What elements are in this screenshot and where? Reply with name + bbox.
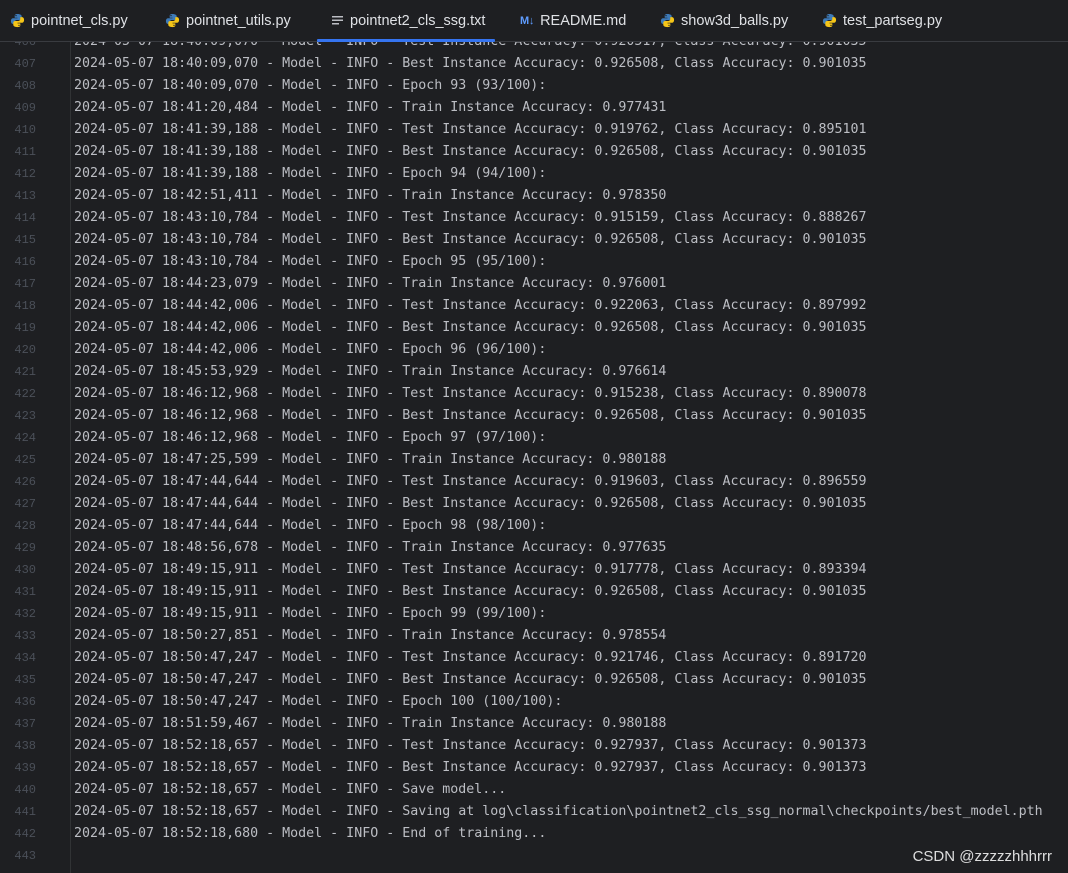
line-number[interactable]: 437	[0, 713, 36, 735]
line-number[interactable]: 427	[0, 493, 36, 515]
tab-label: pointnet2_cls_ssg.txt	[350, 12, 486, 29]
python-icon	[10, 13, 25, 28]
log-line[interactable]: 2024-05-07 18:49:15,911 - Model - INFO -…	[74, 559, 867, 581]
line-number[interactable]: 412	[0, 163, 36, 185]
python-icon	[165, 13, 180, 28]
log-line[interactable]: 2024-05-07 18:43:10,784 - Model - INFO -…	[74, 207, 867, 229]
log-line[interactable]: 2024-05-07 18:50:47,247 - Model - INFO -…	[74, 647, 867, 669]
line-number[interactable]: 436	[0, 691, 36, 713]
line-number[interactable]: 429	[0, 537, 36, 559]
log-line[interactable]: 2024-05-07 18:46:12,968 - Model - INFO -…	[74, 383, 867, 405]
log-line[interactable]: 2024-05-07 18:41:39,188 - Model - INFO -…	[74, 141, 867, 163]
log-line[interactable]: 2024-05-07 18:48:56,678 - Model - INFO -…	[74, 537, 666, 559]
line-number[interactable]: 422	[0, 383, 36, 405]
log-line[interactable]: 2024-05-07 18:52:18,680 - Model - INFO -…	[74, 823, 546, 845]
tab-label: show3d_balls.py	[681, 12, 789, 29]
line-number[interactable]: 428	[0, 515, 36, 537]
python-icon	[660, 13, 675, 28]
tab-pointnet-utils[interactable]: pointnet_utils.py	[165, 0, 291, 41]
log-line[interactable]: 2024-05-07 18:47:44,644 - Model - INFO -…	[74, 471, 867, 493]
line-number[interactable]: 406	[0, 42, 36, 53]
log-line[interactable]: 2024-05-07 18:46:12,968 - Model - INFO -…	[74, 427, 546, 449]
line-number[interactable]: 433	[0, 625, 36, 647]
log-line[interactable]: 2024-05-07 18:50:47,247 - Model - INFO -…	[74, 691, 562, 713]
line-number[interactable]: 420	[0, 339, 36, 361]
log-line[interactable]: 2024-05-07 18:47:44,644 - Model - INFO -…	[74, 493, 867, 515]
watermark: CSDN @zzzzzhhhrrr	[912, 848, 1052, 865]
log-line[interactable]: 2024-05-07 18:52:18,657 - Model - INFO -…	[74, 735, 867, 757]
log-line[interactable]: 2024-05-07 18:43:10,784 - Model - INFO -…	[74, 229, 867, 251]
line-number[interactable]: 414	[0, 207, 36, 229]
log-line[interactable]: 2024-05-07 18:40:09,070 - Model - INFO -…	[74, 42, 867, 53]
log-line[interactable]: 2024-05-07 18:50:27,851 - Model - INFO -…	[74, 625, 666, 647]
tab-pointnet2-cls-ssg-txt[interactable]: pointnet2_cls_ssg.txt	[316, 0, 496, 42]
line-number[interactable]: 421	[0, 361, 36, 383]
line-number[interactable]: 441	[0, 801, 36, 823]
line-number[interactable]: 444	[0, 867, 36, 873]
log-line[interactable]: 2024-05-07 18:44:42,006 - Model - INFO -…	[74, 339, 546, 361]
log-line[interactable]: 2024-05-07 18:43:10,784 - Model - INFO -…	[74, 251, 546, 273]
line-number[interactable]: 442	[0, 823, 36, 845]
line-number[interactable]: 434	[0, 647, 36, 669]
line-number[interactable]: 415	[0, 229, 36, 251]
line-number[interactable]: 417	[0, 273, 36, 295]
line-number[interactable]: 424	[0, 427, 36, 449]
tab-test-partseg[interactable]: test_partseg.py	[822, 0, 942, 41]
log-line[interactable]: 2024-05-07 18:47:25,599 - Model - INFO -…	[74, 449, 666, 471]
line-number[interactable]: 430	[0, 559, 36, 581]
log-line[interactable]: 2024-05-07 18:52:18,657 - Model - INFO -…	[74, 757, 867, 779]
line-number[interactable]: 440	[0, 779, 36, 801]
line-number[interactable]: 409	[0, 97, 36, 119]
log-line[interactable]: 2024-05-07 18:44:42,006 - Model - INFO -…	[74, 295, 867, 317]
line-number[interactable]: 411	[0, 141, 36, 163]
tab-show3d-balls[interactable]: show3d_balls.py	[660, 0, 788, 41]
log-line[interactable]: 2024-05-07 18:42:51,411 - Model - INFO -…	[74, 185, 666, 207]
line-number[interactable]: 439	[0, 757, 36, 779]
log-line[interactable]: 2024-05-07 18:49:15,911 - Model - INFO -…	[74, 603, 546, 625]
text-file-icon	[331, 14, 344, 27]
line-number[interactable]: 416	[0, 251, 36, 273]
line-number[interactable]: 423	[0, 405, 36, 427]
markdown-icon: M↓	[520, 14, 535, 27]
log-line[interactable]: 2024-05-07 18:49:15,911 - Model - INFO -…	[74, 581, 867, 603]
line-number[interactable]: 425	[0, 449, 36, 471]
log-line[interactable]: 2024-05-07 18:44:23,079 - Model - INFO -…	[74, 273, 666, 295]
line-number[interactable]: 432	[0, 603, 36, 625]
line-number[interactable]: 407	[0, 53, 36, 75]
log-line[interactable]: 2024-05-07 18:50:47,247 - Model - INFO -…	[74, 669, 867, 691]
log-line[interactable]: 2024-05-07 18:52:18,657 - Model - INFO -…	[74, 801, 1043, 823]
log-line[interactable]: 2024-05-07 18:52:18,657 - Model - INFO -…	[74, 779, 506, 801]
log-line[interactable]: 2024-05-07 18:41:20,484 - Model - INFO -…	[74, 97, 666, 119]
log-line[interactable]: 2024-05-07 18:47:44,644 - Model - INFO -…	[74, 515, 546, 537]
tab-pointnet-cls[interactable]: pointnet_cls.py	[10, 0, 128, 41]
line-number[interactable]: 443	[0, 845, 36, 867]
log-line[interactable]: 2024-05-07 18:45:53,929 - Model - INFO -…	[74, 361, 666, 383]
log-line[interactable]: 2024-05-07 18:46:12,968 - Model - INFO -…	[74, 405, 867, 427]
tab-label: README.md	[540, 12, 627, 29]
log-line[interactable]: 2024-05-07 18:40:09,070 - Model - INFO -…	[74, 53, 867, 75]
tab-label: pointnet_utils.py	[186, 12, 291, 29]
tab-label: pointnet_cls.py	[31, 12, 128, 29]
line-number[interactable]: 418	[0, 295, 36, 317]
log-line[interactable]: 2024-05-07 18:41:39,188 - Model - INFO -…	[74, 163, 546, 185]
line-number[interactable]: 413	[0, 185, 36, 207]
editor-tab-bar: pointnet_cls.py pointnet_utils.py pointn…	[0, 0, 1068, 42]
line-number[interactable]: 431	[0, 581, 36, 603]
text-editor[interactable]: 406 407 408 409 410 411 412 413 414 415 416 417 418 4…	[0, 42, 1068, 873]
line-number[interactable]: 410	[0, 119, 36, 141]
python-icon	[822, 13, 837, 28]
line-number[interactable]: 435	[0, 669, 36, 691]
line-number[interactable]: 426	[0, 471, 36, 493]
tab-label: test_partseg.py	[843, 12, 943, 29]
log-line[interactable]: 2024-05-07 18:40:09,070 - Model - INFO -…	[74, 75, 546, 97]
line-number[interactable]: 408	[0, 75, 36, 97]
log-line[interactable]: 2024-05-07 18:41:39,188 - Model - INFO -…	[74, 119, 867, 141]
log-line[interactable]: 2024-05-07 18:51:59,467 - Model - INFO -…	[74, 713, 666, 735]
log-line[interactable]: 2024-05-07 18:44:42,006 - Model - INFO -…	[74, 317, 867, 339]
line-number[interactable]: 438	[0, 735, 36, 757]
line-number[interactable]: 419	[0, 317, 36, 339]
tab-readme-md[interactable]: M↓ README.md	[520, 0, 626, 41]
line-number-gutter: 406 407 408 409 410 411 412 413 414 415 416 417 418 4…	[0, 42, 71, 873]
